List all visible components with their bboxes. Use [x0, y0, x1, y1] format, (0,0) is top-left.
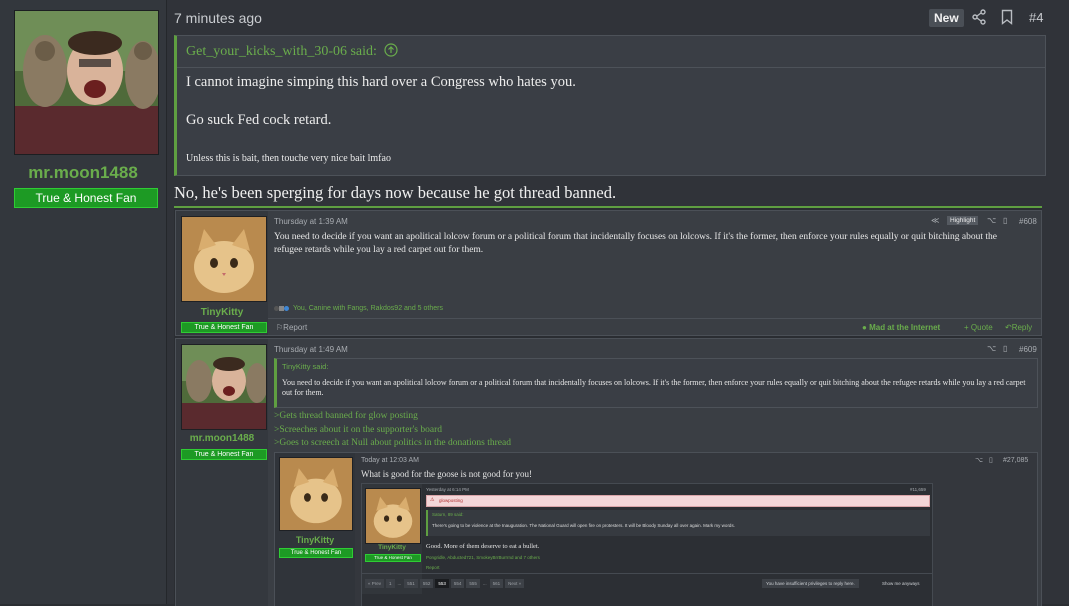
post-time[interactable]: 7 minutes ago: [174, 10, 262, 26]
embed2-avatar[interactable]: [181, 344, 267, 430]
quote-line-2: Go suck Fed cock retard.: [186, 112, 332, 128]
mad-icon: ●: [862, 323, 867, 332]
insufficient-privileges-notice: You have insufficient privileges to repl…: [762, 579, 859, 588]
embed2-username[interactable]: mr.moon1488: [176, 433, 268, 444]
quote-line-1: I cannot imagine simping this hard over …: [186, 74, 576, 90]
embed-report-link[interactable]: ⚐Report: [276, 323, 307, 332]
share-icon[interactable]: [972, 9, 986, 30]
page-561[interactable]: 561: [489, 579, 504, 588]
reply-text: Reply: [1011, 323, 1033, 332]
avatar[interactable]: [14, 10, 159, 155]
embed2-quote: TinyKitty said: You need to decide if yo…: [274, 358, 1038, 408]
highlight-badge[interactable]: Highlight: [947, 216, 979, 225]
embedded-screenshot: TinyKitty True & Honest Fan Thursday at …: [174, 206, 1042, 606]
embed-username[interactable]: TinyKitty: [176, 307, 268, 318]
embed2-share-icon[interactable]: ⌥: [987, 344, 996, 353]
deep-warning-text: glowposting: [439, 498, 463, 503]
embed2-post-number[interactable]: #609: [1019, 345, 1037, 354]
deep-user-title: True & Honest Fan: [365, 554, 421, 562]
quote-author: Get_your_kicks_with_30-06 said:: [186, 44, 377, 59]
warning-icon: ⚠: [430, 497, 435, 503]
embed-post-number[interactable]: #608: [1019, 217, 1037, 226]
nested-user-title: True & Honest Fan: [279, 548, 353, 558]
greentext-line-2: >Screeches about it on the supporter's b…: [274, 425, 442, 435]
deep-nested-screenshot: TinyKitty True & Honest Fan Yesterday at…: [361, 483, 933, 606]
bookmark-icon[interactable]: [1001, 9, 1013, 30]
nested-post-27085: TinyKitty True & Honest Fan Today at 12:…: [274, 452, 1038, 606]
page-ellipsis-2: ...: [482, 581, 487, 586]
page-553-current[interactable]: 553: [435, 579, 449, 588]
page-1[interactable]: 1: [386, 579, 395, 588]
reaction-like-icon: [284, 305, 289, 311]
page-555[interactable]: 555: [466, 579, 480, 588]
embed-time[interactable]: Thursday at 1:39 AM: [274, 217, 348, 226]
embed-bookmark-icon[interactable]: ▯: [1003, 216, 1007, 225]
embed-reactions[interactable]: You, Canine with Fangs, Rakdos92 and 5 o…: [274, 305, 443, 312]
new-badge: New: [929, 9, 964, 27]
post-main: 7 minutes ago New #4 Get_your_kicks_with…: [167, 0, 1069, 606]
deep-reply-text: Good. More of them deserve to eat a bull…: [426, 543, 540, 550]
reply-link[interactable]: ↶Reply: [1005, 323, 1032, 332]
embed-report-text: Report: [283, 323, 308, 332]
page-next[interactable]: Next »: [505, 579, 525, 588]
embed-reactions-text: You, Canine with Fangs, Rakdos92 and 5 o…: [293, 305, 443, 312]
show-anyway-link[interactable]: Show me anyways: [882, 579, 920, 588]
nested-cat-avatar[interactable]: [279, 457, 353, 531]
page-552[interactable]: 552: [419, 579, 434, 588]
embedded-post-608: TinyKitty True & Honest Fan Thursday at …: [175, 210, 1042, 336]
deep-cat-avatar[interactable]: [365, 488, 421, 544]
quote-link[interactable]: + Quote: [964, 323, 993, 332]
nested-post-number[interactable]: #27,085: [1003, 457, 1028, 464]
embedded-post-609: mr.moon1488 True & Honest Fan Thursday a…: [175, 338, 1042, 606]
deep-post-number[interactable]: #11,659: [910, 487, 926, 492]
username[interactable]: mr.moon1488: [0, 163, 166, 183]
embed2-quote-text: You need to decide if you want an apolit…: [282, 378, 1026, 397]
deep-username[interactable]: TinyKitty: [362, 544, 422, 551]
page-551[interactable]: 551: [404, 579, 418, 588]
embed2-quote-author[interactable]: TinyKitty said:: [282, 362, 328, 371]
deep-warning-bar: ⚠ glowposting: [426, 495, 930, 507]
reply-arrow-icon[interactable]: ≪: [931, 216, 939, 225]
mad-at-internet-link[interactable]: ● Mad at the Internet: [862, 323, 940, 332]
nested-post-text: What is good for the goose is not good f…: [361, 469, 532, 479]
quote-divider: [177, 67, 1045, 68]
page-ellipsis-1: ...: [397, 581, 402, 586]
deep-quote-author[interactable]: Saturn, 89 said:: [432, 512, 464, 517]
nested-username[interactable]: TinyKitty: [275, 535, 355, 545]
embed2-user-title: True & Honest Fan: [181, 449, 267, 460]
embed-post-text: You need to decide if you want an apolit…: [274, 232, 997, 255]
deep-quote: Saturn, 89 said: There's going to be vio…: [426, 510, 930, 536]
quote-line-3: Unless this is bait, then touche very ni…: [186, 153, 391, 164]
quote-author-link[interactable]: Get_your_kicks_with_30-06 said:: [186, 43, 399, 62]
embed2-bookmark-icon[interactable]: ▯: [1003, 344, 1007, 353]
embed-footer-divider: [268, 318, 1041, 319]
pagination: « Prev 1 ... 551 552 553 554 555 ... 561…: [365, 579, 525, 588]
nested-share-icon[interactable]: ⌥: [975, 456, 983, 464]
deep-quote-text: There's going to be violence at the Inau…: [432, 523, 735, 528]
mad-at-internet-text: Mad at the Internet: [869, 323, 941, 332]
embed-share-icon[interactable]: ⌥: [987, 216, 996, 225]
user-sidebar: mr.moon1488 True & Honest Fan: [0, 0, 167, 604]
deep-reactions[interactable]: Pongridle, Abducted721, SmokeyBrrBurrrnd…: [426, 555, 540, 560]
reply-icon: ↶: [1005, 323, 1012, 332]
page-prev[interactable]: « Prev: [365, 579, 385, 588]
quote-block: Get_your_kicks_with_30-06 said: I cannot…: [174, 35, 1046, 176]
post-number[interactable]: #4: [1029, 10, 1043, 25]
greentext-line-3: >Goes to screech at Null about politics …: [274, 438, 511, 448]
arrow-up-circle-icon[interactable]: [384, 43, 399, 62]
deep-time[interactable]: Yesterday at 6:14 PM: [426, 487, 469, 492]
post-body-text: No, he's been sperging for days now beca…: [174, 183, 617, 202]
user-title-badge: True & Honest Fan: [14, 188, 158, 208]
embed-user-title: True & Honest Fan: [181, 322, 267, 333]
deep-report-link[interactable]: Report: [426, 565, 440, 570]
page-554[interactable]: 554: [450, 579, 465, 588]
deep-divider: [362, 573, 932, 574]
nested-time[interactable]: Today at 12:03 AM: [361, 457, 419, 464]
nested-bookmark-icon[interactable]: ▯: [989, 456, 993, 464]
greentext-line-1: >Gets thread banned for glow posting: [274, 411, 418, 421]
embed2-time[interactable]: Thursday at 1:49 AM: [274, 345, 348, 354]
cat-avatar[interactable]: [181, 216, 267, 302]
